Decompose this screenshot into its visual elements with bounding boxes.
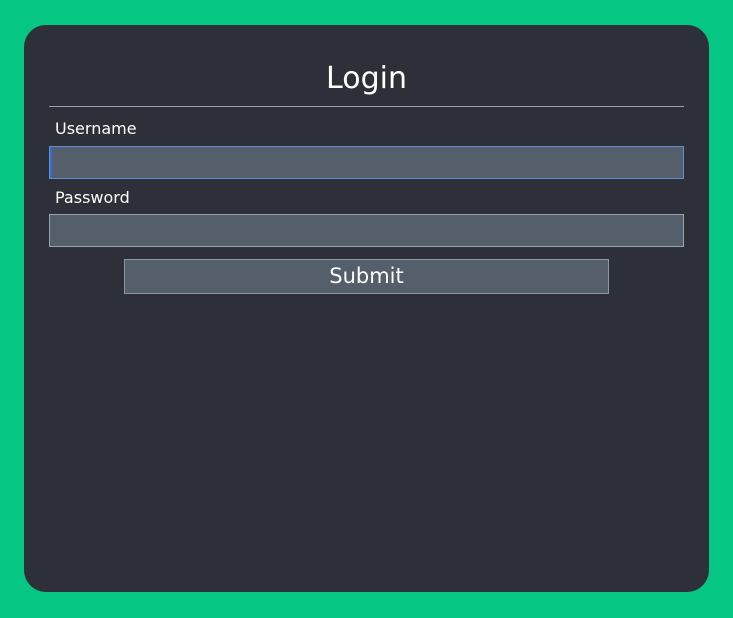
login-card: Login Username Password Submit	[24, 25, 709, 592]
page-title: Login	[326, 61, 407, 96]
submit-button[interactable]: Submit	[124, 259, 609, 294]
title-divider	[49, 106, 684, 107]
username-label: Username	[55, 119, 137, 138]
password-input[interactable]	[49, 214, 684, 247]
username-input[interactable]	[49, 146, 684, 179]
password-label: Password	[55, 188, 130, 207]
